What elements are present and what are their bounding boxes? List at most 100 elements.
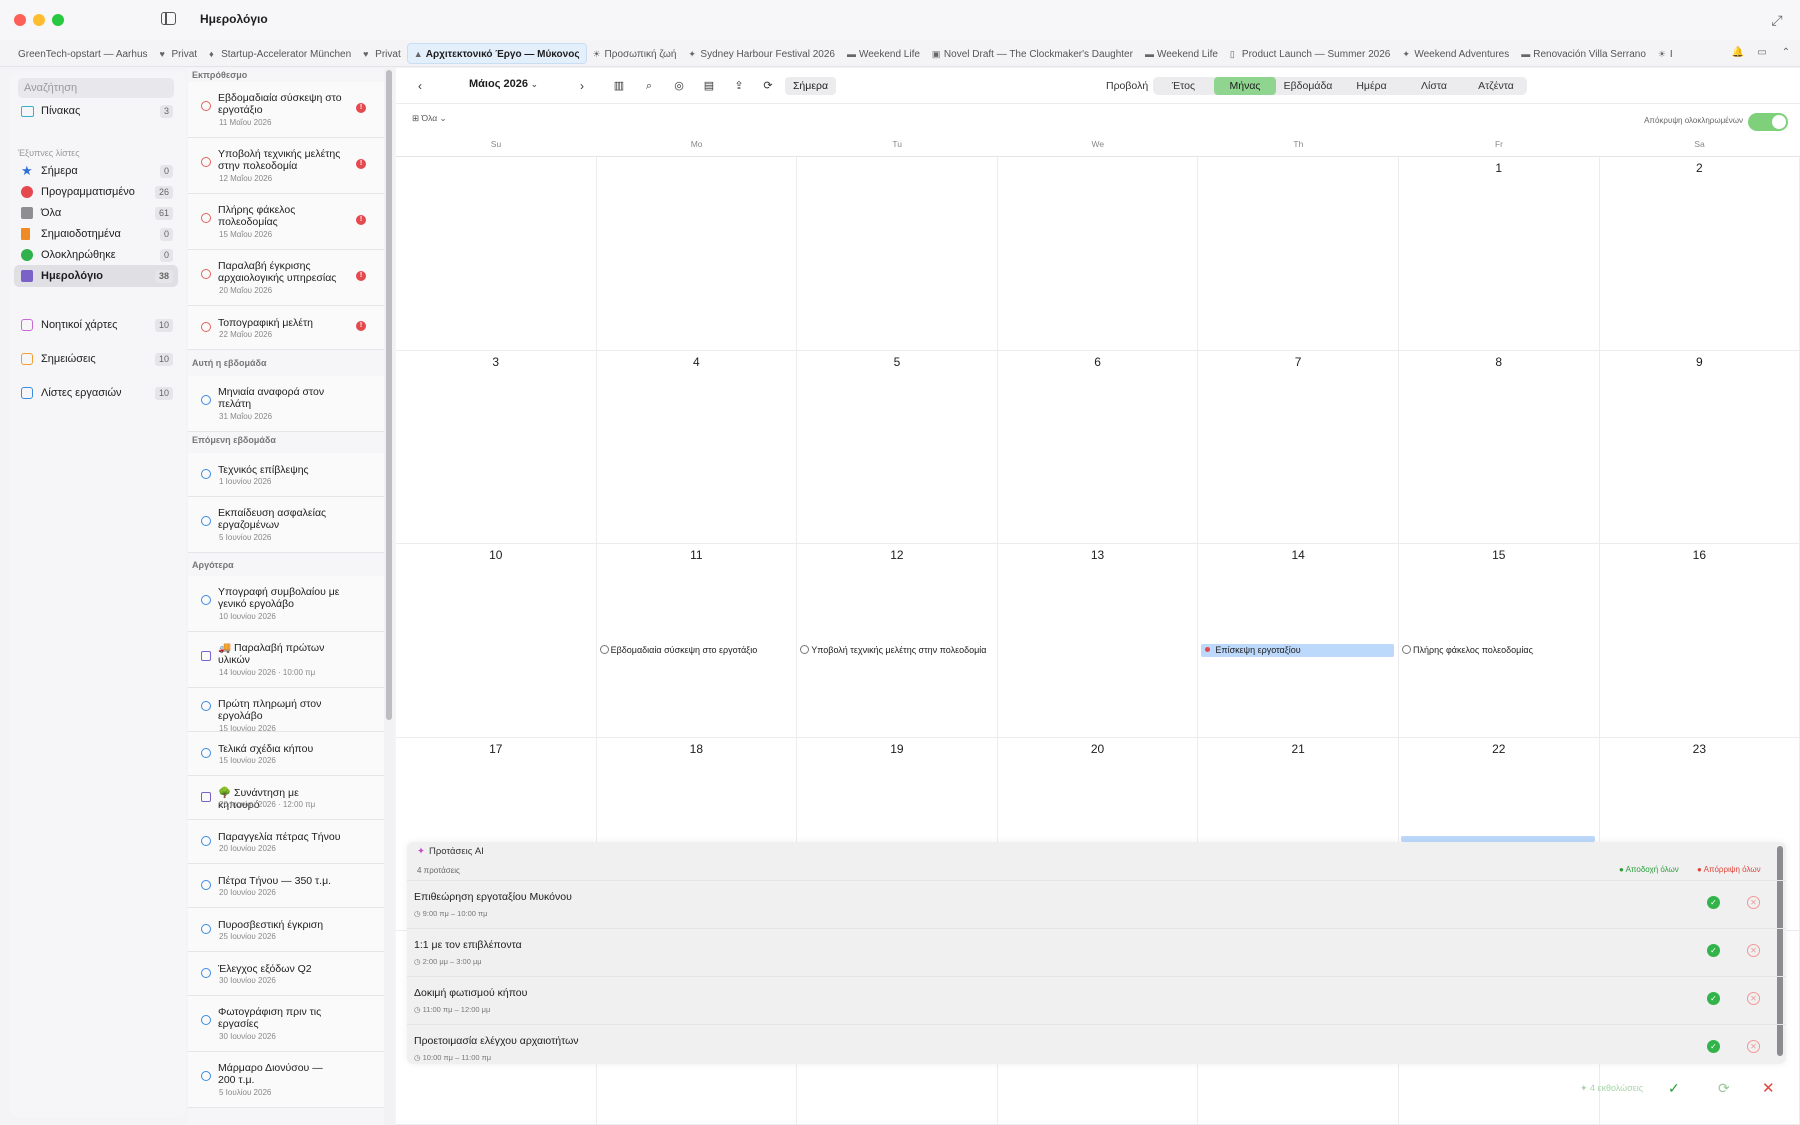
task-row[interactable]: Μάρμαρο Διονύσου — 200 τ.μ. 5 Ιουλίου 202…: [188, 1052, 384, 1108]
search-input[interactable]: Αναζήτηση: [18, 78, 174, 98]
bell-icon[interactable]: 🔔: [1728, 43, 1748, 63]
calendar-event[interactable]: Υποβολή τεχνικής μελέτης στην πολεοδομία: [800, 644, 993, 657]
task-checkbox[interactable]: [201, 213, 211, 223]
day-cell[interactable]: 15 Πλήρης φάκελος πολεοδομίας: [1399, 544, 1600, 738]
project-tab[interactable]: ▲ Αρχιτεκτονικό Έργο — Μύκονος: [406, 43, 587, 64]
document-icon[interactable]: ▤: [701, 77, 717, 95]
task-row[interactable]: Τοπογραφική μελέτη 22 Μαΐου 2026!: [188, 306, 384, 350]
day-cell[interactable]: 11 Εβδομαδιαία σύσκεψη στο εργοτάξιο: [596, 544, 798, 738]
view-tab-1[interactable]: Μήνας: [1214, 77, 1276, 95]
sidebar-item-4[interactable]: Ολοκληρώθηκε 0: [14, 244, 178, 266]
refresh-icon[interactable]: ⟳: [1718, 1080, 1730, 1097]
task-row[interactable]: Πλήρης φάκελος πολεοδομίας 15 Μαΐου 2026!: [188, 194, 384, 250]
task-row[interactable]: Εκπαίδευση ασφαλείας εργαζομένων 5 Ιουνίο…: [188, 497, 384, 553]
project-tab[interactable]: ♥ Privat: [154, 44, 204, 65]
close-icon[interactable]: ✕: [1762, 1079, 1775, 1097]
calendar-event[interactable]: Πλήρης φάκελος πολεοδομίας: [1402, 644, 1595, 657]
task-checkbox[interactable]: [201, 968, 211, 978]
view-tab-0[interactable]: Έτος: [1153, 77, 1214, 95]
day-cell[interactable]: [997, 157, 1199, 351]
day-cell[interactable]: 10: [396, 544, 597, 738]
accept-all-button[interactable]: ● Αποδοχή όλων: [1619, 865, 1679, 874]
project-tab[interactable]: ✦ Sydney Harbour Festival 2026: [682, 44, 841, 65]
day-cell[interactable]: 1: [1399, 157, 1600, 351]
day-cell[interactable]: 16: [1599, 544, 1800, 738]
close-window-button[interactable]: [14, 14, 26, 26]
day-cell[interactable]: [1198, 157, 1399, 351]
task-checkbox[interactable]: [201, 269, 211, 279]
filter-dropdown[interactable]: ⊞ Όλα ⌄: [412, 113, 447, 124]
project-tab[interactable]: ✦ Weekend Adventures: [1396, 44, 1515, 65]
task-circle-icon[interactable]: [599, 645, 609, 654]
day-cell[interactable]: 6: [997, 350, 1199, 544]
accept-suggestion-button[interactable]: ✓: [1707, 992, 1720, 1005]
layout-icon[interactable]: ▭: [1752, 43, 1772, 63]
sidebar-item-2[interactable]: Όλα 61: [14, 202, 178, 224]
view-tab-3[interactable]: Ημέρα: [1340, 77, 1403, 95]
task-checkbox[interactable]: [201, 395, 211, 405]
calendar-icon[interactable]: [201, 651, 211, 661]
project-tab[interactable]: ☀ Προσωπική ζωή: [587, 44, 683, 65]
accept-suggestion-button[interactable]: ✓: [1707, 896, 1720, 909]
task-row[interactable]: Πέτρα Τήνου — 350 τ.μ. 20 Ιουνίου 2026: [188, 864, 384, 908]
accept-suggestion-button[interactable]: ✓: [1707, 944, 1720, 957]
day-cell[interactable]: 3: [396, 350, 597, 544]
share-icon[interactable]: ⇪: [731, 77, 747, 95]
task-row[interactable]: Υποβολή τεχνικής μελέτης στην πολεοδομία…: [188, 138, 384, 194]
day-cell[interactable]: 8: [1399, 350, 1600, 544]
day-cell[interactable]: 13: [997, 544, 1199, 738]
project-tab[interactable]: ☀ I: [1652, 44, 1679, 65]
day-cell[interactable]: [396, 157, 597, 351]
calendar-icon[interactable]: [201, 792, 211, 802]
reject-suggestion-button[interactable]: ✕: [1747, 1040, 1760, 1053]
sidebar-item-0[interactable]: ★ Σήμερα 0: [14, 160, 178, 182]
task-row[interactable]: 🚚 Παραλαβή πρώτων υλικών 14 Ιουνίου 2026 …: [188, 632, 384, 688]
sidebar-item-5[interactable]: Ημερολόγιο 38: [14, 265, 178, 287]
minimize-window-button[interactable]: [33, 14, 45, 26]
day-cell[interactable]: 4: [596, 350, 798, 544]
day-cell[interactable]: 2: [1599, 157, 1800, 351]
calendar-event[interactable]: Εβδομαδιαία σύσκεψη στο εργοτάξιο: [599, 644, 793, 657]
task-checkbox[interactable]: [201, 924, 211, 934]
refresh-icon[interactable]: ⟳: [760, 77, 776, 95]
task-row[interactable]: Μηνιαία αναφορά στον πελάτη 31 Μαΐου 2026: [188, 376, 384, 432]
project-tab[interactable]: ▯ Product Launch — Summer 2026: [1224, 44, 1396, 65]
task-checkbox[interactable]: [201, 595, 211, 605]
task-row[interactable]: Έλεγχος εξόδων Q2 30 Ιουνίου 2026: [188, 952, 384, 996]
task-checkbox[interactable]: [201, 1015, 211, 1025]
hide-completed-toggle[interactable]: [1748, 113, 1788, 131]
view-tab-2[interactable]: Εβδομάδα: [1276, 77, 1340, 95]
zoom-window-button[interactable]: [52, 14, 64, 26]
reject-suggestion-button[interactable]: ✕: [1747, 992, 1760, 1005]
task-checkbox[interactable]: [201, 880, 211, 890]
task-checkbox[interactable]: [201, 1071, 211, 1081]
sidebar-item-extra[interactable]: Νοητικοί χάρτες 10: [14, 314, 178, 336]
task-checkbox[interactable]: [201, 748, 211, 758]
project-tab[interactable]: ▬ Weekend Life: [1139, 44, 1224, 65]
project-tab[interactable]: ▬ Renovación Villa Serrano: [1515, 44, 1652, 65]
reject-suggestion-button[interactable]: ✕: [1747, 896, 1760, 909]
search-icon[interactable]: ⌕: [641, 77, 657, 95]
reject-suggestion-button[interactable]: ✕: [1747, 944, 1760, 957]
next-month-button[interactable]: ›: [575, 77, 589, 95]
task-checkbox[interactable]: [201, 157, 211, 167]
sidebar-toggle-icon[interactable]: [161, 12, 176, 25]
accept-suggestion-button[interactable]: ✓: [1707, 1040, 1720, 1053]
task-row[interactable]: Παραλαβή έγκρισης αρχαιολογικής υπηρεσία…: [188, 250, 384, 306]
task-circle-icon[interactable]: [800, 645, 810, 654]
day-cell[interactable]: 14 Επίσκεψη εργοταξίου: [1198, 544, 1399, 738]
task-row[interactable]: Φωτογράφιση πριν τις εργασίες 30 Ιουνίου …: [188, 996, 384, 1052]
chevron-up-icon[interactable]: ⌃: [1776, 43, 1796, 63]
day-cell[interactable]: 9: [1599, 350, 1800, 544]
project-tab[interactable]: ▣ Novel Draft — The Clockmaker's Daughter: [926, 44, 1139, 65]
task-checkbox[interactable]: [201, 836, 211, 846]
day-cell[interactable]: 5: [797, 350, 998, 544]
day-cell[interactable]: [797, 157, 998, 351]
project-tab[interactable]: ♦ Startup-Accelerator München: [203, 44, 357, 65]
sidebar-item-3[interactable]: Σημαιοδοτημένα 0: [14, 223, 178, 245]
task-checkbox[interactable]: [201, 101, 211, 111]
sidebar-item-board[interactable]: Πίνακας 3: [14, 100, 178, 122]
palette-icon[interactable]: ◎: [671, 77, 687, 95]
month-picker[interactable]: Μάιος 2026 ⌄: [469, 78, 538, 90]
sidebar-item-extra[interactable]: Σημειώσεις 10: [14, 348, 178, 370]
